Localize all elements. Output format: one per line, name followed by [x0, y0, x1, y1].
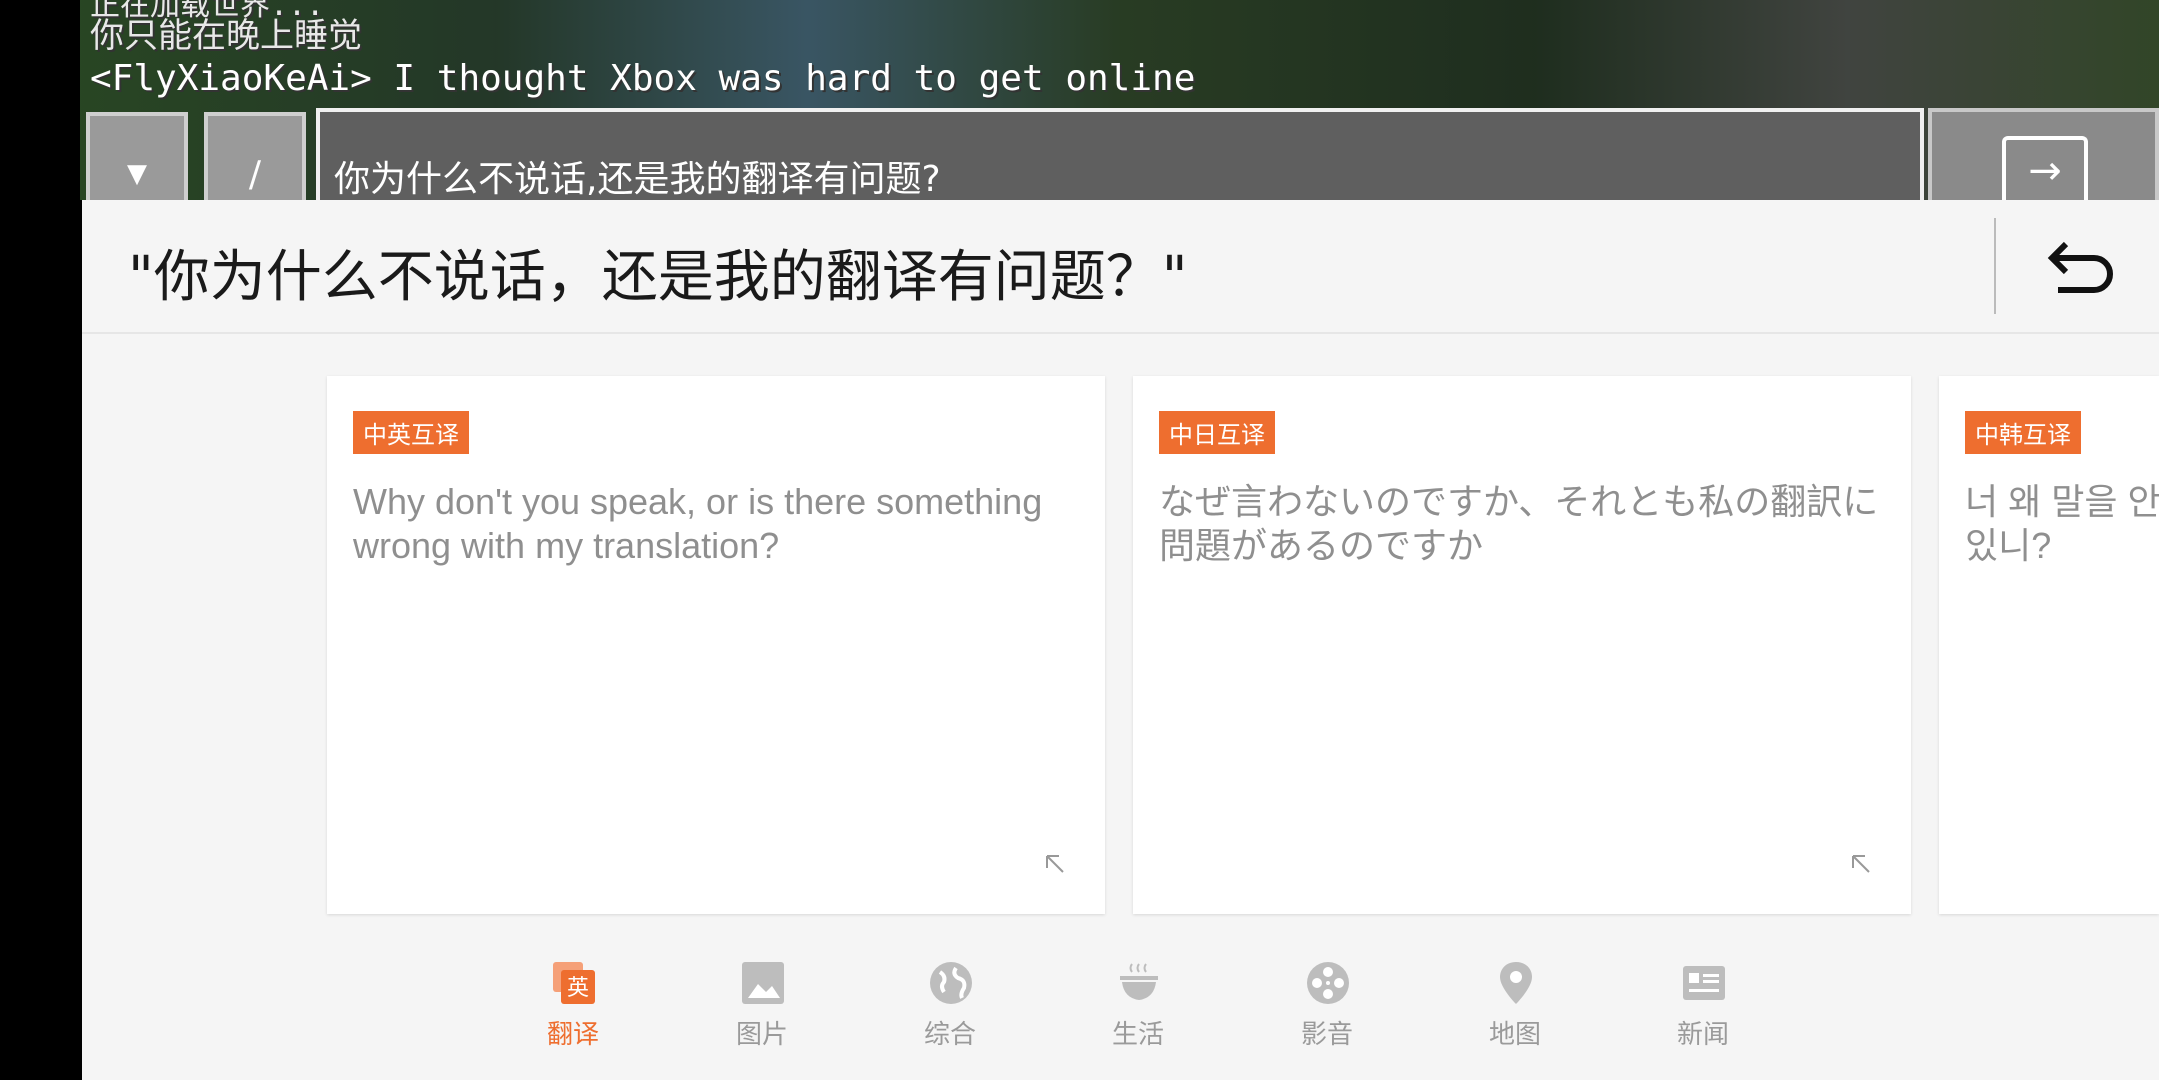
svg-text:英: 英 — [567, 976, 589, 1001]
nav-item-general[interactable]: 综合 — [890, 950, 1010, 1080]
nav-item-life[interactable]: 生活 — [1078, 950, 1198, 1080]
news-card-icon — [1683, 966, 1725, 1000]
chevron-down-icon: ▼ — [127, 159, 147, 189]
nav-label: 影音 — [1300, 1020, 1353, 1050]
card-translation-text: 너 왜 말을 안 하니? 아니면 내 번역에 문제가 있니? — [1965, 481, 2159, 566]
nav-item-images[interactable]: 图片 — [702, 950, 822, 1080]
food-bowl-icon — [1120, 963, 1158, 1000]
undo-icon — [2047, 241, 2113, 293]
chat-send-button[interactable]: → — [1928, 108, 2159, 202]
slash-icon: / — [248, 153, 262, 195]
card-tag: 中日互译 — [1159, 411, 1275, 454]
nav-item-news[interactable]: 新闻 — [1643, 950, 1763, 1080]
bottom-navigation: 英 翻译 图片 综合 生活 影音 地图 新闻 — [82, 950, 2159, 1080]
nav-item-map[interactable]: 地图 — [1455, 950, 1575, 1080]
chat-dropdown-button[interactable]: ▼ — [86, 112, 188, 202]
chat-message: 你只能在晚上睡觉 — [90, 16, 362, 56]
card-tag: 中韩互译 — [1965, 411, 2081, 454]
chat-input[interactable]: 你为什么不说话,还是我的翻译有问题? — [316, 108, 1924, 202]
undo-button[interactable] — [2042, 230, 2122, 300]
nav-item-media[interactable]: 影音 — [1267, 950, 1387, 1080]
expand-icon[interactable] — [1849, 852, 1873, 876]
nav-label: 地图 — [1488, 1020, 1541, 1050]
chat-message: <FlyXiaoKeAi> I thought Xbox was hard to… — [90, 58, 1196, 99]
divider — [1994, 218, 1996, 314]
image-icon — [742, 962, 784, 1004]
translation-card-korean[interactable]: 中韩互译 너 왜 말을 안 하니? 아니면 내 번역에 문제가 있니? — [1939, 376, 2159, 914]
translate-icon: 英 — [553, 962, 595, 1004]
nav-label: 新闻 — [1676, 1020, 1729, 1050]
send-glyph: → — [2028, 148, 2062, 194]
card-translation-text: なぜ言わないのですか、それとも私の翻訳に問題があるのですか — [1159, 481, 1879, 566]
translation-panel: "你为什么不说话，还是我的翻译有问题？" 中英互译 Why don't you … — [82, 200, 2159, 1080]
nav-label: 综合 — [923, 1020, 976, 1050]
nav-label: 生活 — [1111, 1020, 1164, 1050]
globe-icon — [930, 962, 972, 1004]
arrow-right-icon: → — [2002, 136, 2088, 202]
query-bar: "你为什么不说话，还是我的翻译有问题？" — [82, 200, 2159, 334]
map-pin-icon — [1500, 962, 1532, 1004]
nav-item-translate[interactable]: 英 翻译 — [513, 950, 633, 1080]
query-text: "你为什么不说话，还是我的翻译有问题？" — [128, 245, 1188, 310]
nav-label: 翻译 — [546, 1020, 599, 1050]
translation-card-japanese[interactable]: 中日互译 なぜ言わないのですか、それとも私の翻訳に問題があるのですか — [1133, 376, 1911, 914]
card-translation-text: Why don't you speak, or is there somethi… — [353, 481, 1043, 566]
card-tag: 中英互译 — [353, 411, 469, 454]
translation-card-english[interactable]: 中英互译 Why don't you speak, or is there so… — [327, 376, 1105, 914]
slash-command-button[interactable]: / — [204, 112, 306, 202]
nav-label: 图片 — [735, 1020, 788, 1050]
chat-input-value: 你为什么不说话,还是我的翻译有问题? — [334, 159, 941, 200]
film-reel-icon — [1307, 962, 1349, 1004]
expand-icon[interactable] — [1043, 852, 1067, 876]
